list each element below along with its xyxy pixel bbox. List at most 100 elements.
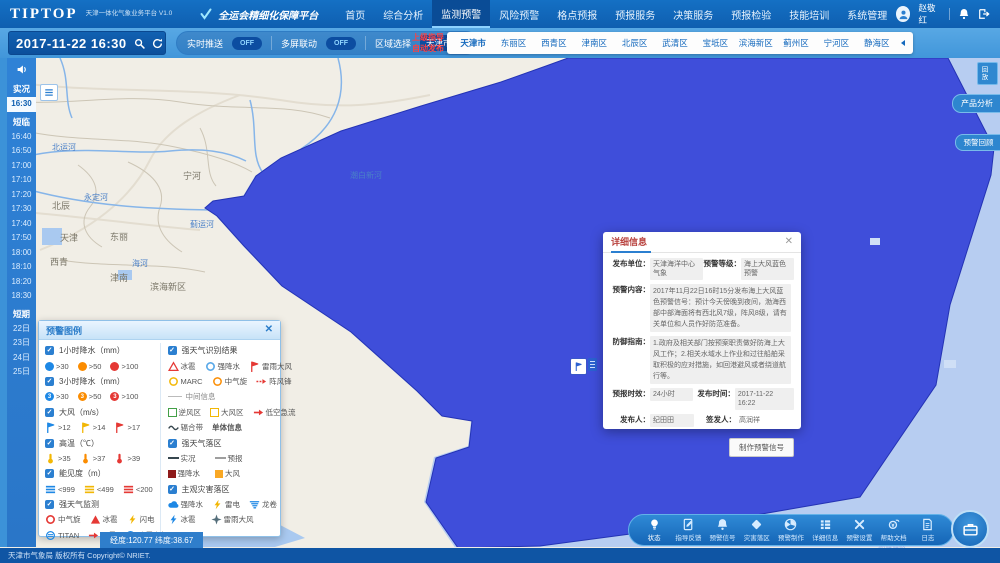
district-tab-jizhou[interactable]: 蓟州区 — [776, 37, 816, 49]
time-1740[interactable]: 17:40 — [7, 217, 36, 232]
detail-dialog: 详细信息 ✕ 发布单位： 天津海洋中心气象 预警等级： 海上大风蓝色预警 预警内… — [603, 232, 801, 429]
checkbox[interactable] — [168, 346, 177, 355]
multi-screen-toggle[interactable]: OFF — [326, 37, 356, 50]
rain1h-blue-dot-icon — [45, 362, 54, 371]
time-1800[interactable]: 18:00 — [7, 246, 36, 261]
thermometer-icon — [45, 453, 56, 464]
nav-monitor-warning[interactable]: 监测预警 — [432, 0, 490, 28]
checkbox[interactable] — [45, 500, 54, 509]
fog-lines-icon — [123, 484, 134, 495]
checkbox[interactable] — [45, 346, 54, 355]
nav-verification[interactable]: 预报检验 — [722, 0, 780, 28]
checkbox[interactable] — [45, 377, 54, 386]
checkbox[interactable] — [168, 485, 177, 494]
dock-item-status[interactable]: 状态 — [637, 518, 671, 542]
playback-button[interactable]: 回放 — [977, 62, 998, 85]
notifications-bell-icon[interactable] — [958, 8, 970, 20]
thunder-gale-flag-icon — [249, 361, 260, 372]
nav-grid-forecast[interactable]: 格点预报 — [548, 0, 606, 28]
dialog-header[interactable]: 详细信息 ✕ — [603, 232, 801, 253]
thunder-gale-star-icon — [211, 514, 222, 525]
event-slogan: 全运会精细化保障平台 — [218, 7, 318, 22]
speaker-icon[interactable] — [16, 64, 28, 75]
dock-item-guidance-feedback[interactable]: 指导反馈 — [671, 518, 705, 542]
avatar[interactable] — [896, 6, 910, 22]
district-tab-jinnan[interactable]: 津南区 — [574, 37, 614, 49]
legend-section-title: 主观灾害落区 — [182, 484, 230, 495]
district-tab-tianjin[interactable]: 天津市 — [453, 37, 493, 49]
close-icon[interactable]: ✕ — [265, 325, 273, 335]
time-1650[interactable]: 16:50 — [7, 144, 36, 159]
dock-item-disaster-zone[interactable]: 灾害落区 — [740, 518, 774, 542]
dock-item-warning-settings[interactable]: 预警设置 — [842, 518, 876, 542]
time-1720[interactable]: 17:20 — [7, 188, 36, 203]
mesocyclone-ring-icon — [45, 514, 56, 525]
district-tab-xiqing[interactable]: 西青区 — [534, 37, 574, 49]
legend-section-title: 3小时降水（mm） — [59, 376, 125, 387]
level-value: 海上大风蓝色预警 — [741, 258, 794, 280]
dock-item-detail-info[interactable]: 详细信息 — [808, 518, 842, 542]
time-1710[interactable]: 17:10 — [7, 173, 36, 188]
district-tab-binhai[interactable]: 滨海新区 — [736, 37, 776, 49]
nav-risk[interactable]: 风险预警 — [490, 0, 548, 28]
district-tab-dongli[interactable]: 东丽区 — [493, 37, 533, 49]
datetime-picker[interactable]: 2017-11-22 16:30 — [8, 31, 166, 55]
nav-training[interactable]: 技能培训 — [780, 0, 838, 28]
layers-button[interactable] — [40, 84, 58, 101]
logout-icon[interactable] — [978, 8, 990, 20]
tabs-collapse-icon[interactable] — [899, 38, 907, 48]
nav-analysis[interactable]: 综合分析 — [374, 0, 432, 28]
time-1820[interactable]: 18:20 — [7, 275, 36, 290]
legend-item: 闪电 — [127, 514, 155, 525]
refresh-icon[interactable] — [152, 38, 163, 49]
time-1830[interactable]: 18:30 — [7, 289, 36, 304]
live-line-icon — [168, 457, 179, 459]
close-icon[interactable]: ✕ — [785, 237, 793, 247]
live-push-toggle[interactable]: OFF — [232, 37, 262, 50]
checkbox[interactable] — [45, 439, 54, 448]
legend-item: 中气旋 — [212, 376, 248, 387]
district-tab-baodi[interactable]: 宝坻区 — [695, 37, 735, 49]
district-tab-jinghai[interactable]: 静海区 — [857, 37, 897, 49]
dock-item-warning-signal[interactable]: 预警信号 — [705, 518, 739, 542]
nav-decision-service[interactable]: 决策服务 — [664, 0, 722, 28]
time-1640[interactable]: 16:40 — [7, 130, 36, 145]
nav-system-admin[interactable]: 系统管理 — [838, 0, 896, 28]
checkbox[interactable] — [45, 408, 54, 417]
wind-flag-icon — [114, 422, 125, 433]
dock-label: 状态 — [648, 532, 661, 542]
nav-home[interactable]: 首页 — [336, 0, 374, 28]
day-23[interactable]: 23日 — [7, 336, 36, 351]
legend-panel: 预警图例 ✕ 1小时降水（mm） >30 >50 >100 3小时降水（mm） … — [38, 320, 281, 537]
day-22[interactable]: 22日 — [7, 322, 36, 337]
product-analysis-button[interactable]: 产品分析 — [952, 94, 1000, 113]
checkbox[interactable] — [45, 469, 54, 478]
time-1810[interactable]: 18:10 — [7, 260, 36, 275]
legend-section-title: 强天气识别结果 — [182, 345, 238, 356]
diamond-icon — [750, 518, 763, 531]
day-24[interactable]: 24日 — [7, 351, 36, 366]
gale-warning-marker[interactable] — [570, 358, 597, 375]
district-tab-beichen[interactable]: 北辰区 — [614, 37, 654, 49]
warning-review-button[interactable]: 预警回顾 — [955, 134, 1000, 151]
dock-item-log[interactable]: 日志 — [911, 518, 945, 542]
username[interactable]: 赵敬红 — [918, 2, 941, 26]
dock-label: 日志 — [921, 532, 934, 542]
district-tab-ninghe[interactable]: 宁河区 — [816, 37, 856, 49]
legend-header[interactable]: 预警图例 ✕ — [39, 321, 280, 340]
time-1700[interactable]: 17:00 — [7, 159, 36, 174]
make-warning-signal-button[interactable]: 制作预警信号 — [729, 438, 794, 457]
search-icon[interactable] — [134, 38, 145, 49]
left-edge-strip — [0, 58, 7, 547]
legend-item: >30 — [45, 362, 69, 371]
nav-forecast-service[interactable]: 预报服务 — [606, 0, 664, 28]
district-tab-wuqing[interactable]: 武清区 — [655, 37, 695, 49]
dock-item-help-docs[interactable]: 帮助文档 — [877, 518, 911, 542]
time-1730[interactable]: 17:30 — [7, 202, 36, 217]
dock-item-warning-making[interactable]: 预警制作 — [774, 518, 808, 542]
time-1750[interactable]: 17:50 — [7, 231, 36, 246]
checkbox[interactable] — [168, 439, 177, 448]
day-25[interactable]: 25日 — [7, 365, 36, 380]
time-1630[interactable]: 16:30 — [7, 97, 36, 112]
toolbox-button[interactable] — [951, 510, 989, 548]
